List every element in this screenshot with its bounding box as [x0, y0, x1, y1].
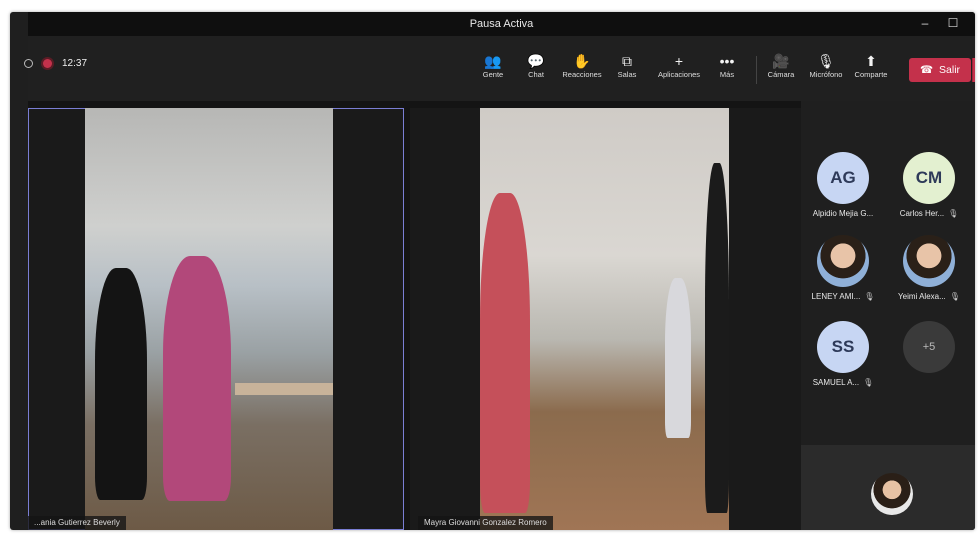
- video-tile-1[interactable]: ...ania Gutierrez Beverly: [28, 108, 404, 530]
- more-participants-button[interactable]: +5: [887, 321, 971, 373]
- participant-name: Carlos Her...: [899, 209, 945, 218]
- avatar: CM: [903, 152, 955, 204]
- mic-off-icon: 🎙: [949, 292, 960, 301]
- apps-icon: +: [674, 53, 684, 69]
- participant-name-tag: ...ania Gutierrez Beverly: [28, 516, 126, 530]
- more-label: Más: [719, 70, 735, 79]
- apps-label: Aplicaciones: [657, 70, 701, 79]
- phone-hangup-icon: ☎: [919, 64, 934, 76]
- microphone-button[interactable]: 🎙 Micrófono: [803, 52, 849, 79]
- participant-card[interactable]: LENEY AMI... 🎙: [801, 235, 885, 301]
- participant-card[interactable]: Yeimi Alexa... 🎙: [887, 235, 971, 301]
- overflow-count: +5: [903, 321, 955, 373]
- mic-off-icon: 🎙: [864, 292, 875, 301]
- rooms-icon: ⧉: [622, 53, 632, 69]
- leave-button[interactable]: ☎ Salir: [909, 58, 971, 82]
- mic-off-icon: 🎙: [863, 378, 874, 387]
- chat-icon: 💬: [527, 53, 545, 69]
- meeting-timer: 12:37: [62, 58, 88, 69]
- mic-off-icon: 🎙: [948, 209, 959, 218]
- participant-grid: AG Alpidio Mejia G... CM Carlos Her... 🎙 …: [801, 101, 975, 441]
- avatar: [903, 235, 955, 287]
- title-bar: Pausa Activa – ☐: [28, 12, 975, 36]
- avatar: AG: [817, 152, 869, 204]
- reactions-icon: ✋: [573, 53, 591, 69]
- leave-label: Salir: [939, 64, 961, 76]
- self-avatar: [871, 473, 913, 515]
- microphone-label: Micrófono: [809, 70, 843, 79]
- chat-label: Chat: [528, 70, 544, 79]
- participant-card[interactable]: CM Carlos Her... 🎙: [887, 152, 971, 218]
- share-button[interactable]: ⬆ Comparte: [848, 52, 894, 79]
- video-feed-2: [480, 108, 729, 530]
- apps-button[interactable]: + Aplicaciones: [654, 52, 704, 79]
- people-label: Gente: [482, 70, 504, 79]
- share-icon: ⬆: [865, 53, 877, 69]
- shield-icon: [24, 59, 33, 68]
- avatar: [817, 235, 869, 287]
- participants-panel: AG Alpidio Mejia G... CM Carlos Her... 🎙 …: [801, 101, 975, 530]
- more-button[interactable]: ••• Más: [704, 52, 750, 79]
- chat-button[interactable]: 💬 Chat: [513, 52, 559, 79]
- participant-name: LENEY AMI...: [811, 292, 861, 301]
- reactions-label: Reacciones: [562, 70, 602, 79]
- participant-name: Alpidio Mejia G...: [812, 209, 874, 218]
- rooms-label: Salas: [617, 70, 637, 79]
- maximize-button[interactable]: ☐: [944, 15, 962, 31]
- camera-off-icon: 🎥: [772, 53, 790, 69]
- meeting-toolbar: 12:37 👥 Gente 💬 Chat ✋ Reacciones ⧉ Sala…: [24, 36, 975, 101]
- self-view[interactable]: [801, 445, 975, 530]
- participant-name: SAMUEL A...: [812, 378, 860, 387]
- more-icon: •••: [719, 53, 735, 69]
- participant-card[interactable]: SS SAMUEL A... 🎙: [801, 321, 885, 387]
- camera-label: Cámara: [767, 70, 795, 79]
- avatar: SS: [817, 321, 869, 373]
- meeting-window: Pausa Activa – ☐ 12:37 👥 Gente 💬 Chat ✋ …: [10, 12, 975, 530]
- mic-off-icon: 🎙: [817, 53, 835, 69]
- people-button[interactable]: 👥 Gente: [470, 52, 516, 79]
- camera-button[interactable]: 🎥 Cámara: [758, 52, 804, 79]
- timer-group: 12:37: [24, 58, 88, 69]
- rooms-button[interactable]: ⧉ Salas: [604, 52, 650, 79]
- leave-options-button[interactable]: ▾: [972, 58, 975, 82]
- recording-icon: [43, 59, 52, 68]
- toolbar-divider: [756, 56, 757, 84]
- video-feed-1: [85, 108, 333, 530]
- participant-name-tag: Mayra Giovanni Gonzalez Romero: [418, 516, 553, 530]
- window-title: Pausa Activa: [469, 18, 534, 30]
- minimize-button[interactable]: –: [916, 15, 934, 31]
- video-stage: ...ania Gutierrez Beverly Mayra Giovanni…: [28, 101, 801, 530]
- video-tile-2[interactable]: Mayra Giovanni Gonzalez Romero: [410, 108, 801, 530]
- reactions-button[interactable]: ✋ Reacciones: [559, 52, 605, 79]
- people-icon: 👥: [484, 53, 502, 69]
- participant-card[interactable]: AG Alpidio Mejia G...: [801, 152, 885, 218]
- share-label: Comparte: [854, 70, 888, 79]
- participant-name: Yeimi Alexa...: [898, 292, 946, 301]
